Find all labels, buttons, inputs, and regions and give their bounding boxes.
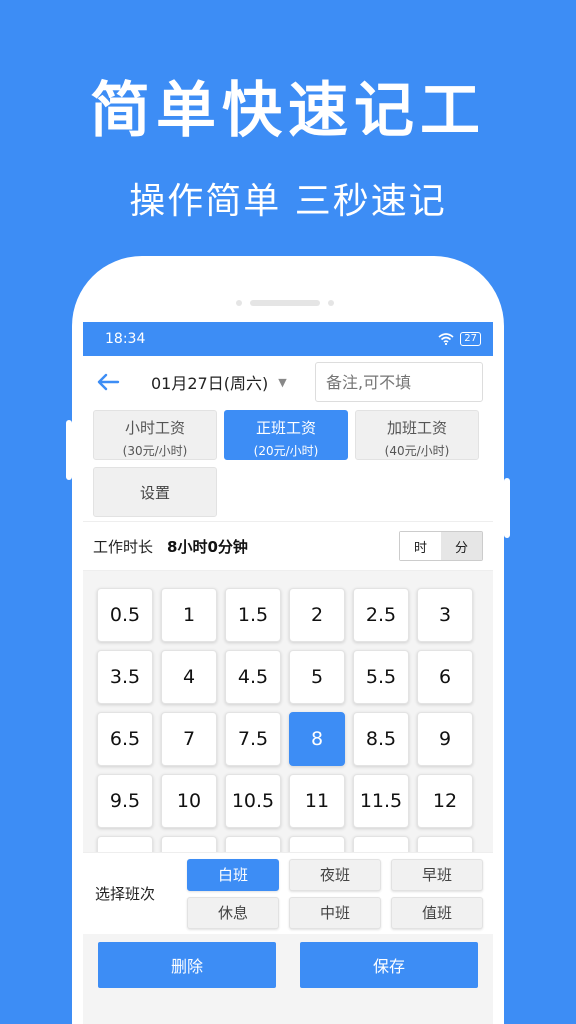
date-selector[interactable]: 01月27日(周六)	[151, 370, 268, 394]
chevron-down-icon[interactable]: ▼	[278, 376, 286, 389]
shift-option[interactable]: 白班	[187, 858, 279, 891]
settings-button[interactable]: 设置	[93, 467, 217, 517]
battery-icon: 27	[460, 332, 481, 346]
hour-button[interactable]: 9.5	[97, 774, 153, 828]
wage-option-rate: (20元/小时)	[253, 444, 319, 458]
shift-option[interactable]: 夜班	[289, 858, 381, 891]
hour-button[interactable]: 10	[161, 774, 217, 828]
wifi-icon	[438, 333, 454, 345]
promo-subline: 操作简单 三秒速记	[129, 181, 447, 222]
app-screen: 18:34 27 01月27日(周六) ▼ 小时工资(30元/小时)正班工资(2…	[83, 322, 493, 1024]
duration-label: 工作时长	[93, 537, 154, 556]
hour-button[interactable]: 8.5	[353, 712, 409, 766]
wage-option-title: 正班工资	[255, 419, 316, 437]
hour-button[interactable]: 7.5	[225, 712, 281, 766]
shift-section: 选择班次 白班 夜班 早班休息 中班 值班	[83, 852, 493, 934]
shift-option[interactable]: 休息	[187, 896, 279, 929]
hour-button[interactable]: 7	[161, 712, 217, 766]
status-time: 18:34	[105, 331, 146, 347]
hour-button[interactable]: 6	[417, 650, 473, 704]
hour-button[interactable]: 2	[289, 588, 345, 642]
hour-button[interactable]: 11	[289, 774, 345, 828]
hour-button[interactable]: 2.5	[353, 588, 409, 642]
hour-button[interactable]: 3.5	[97, 650, 153, 704]
hour-button[interactable]: 3	[417, 588, 473, 642]
shift-label: 选择班次	[95, 885, 156, 903]
hour-button[interactable]: 4	[161, 650, 217, 704]
wage-options: 小时工资 (30元/小时) 正班工资 (20元/小时) 加班工资 (40元/小时)	[93, 410, 483, 460]
wage-section: 小时工资 (30元/小时) 正班工资 (20元/小时) 加班工资 (40元/小时) 设置	[83, 408, 493, 521]
phone-side-button-right	[504, 478, 510, 538]
unit-hour-button[interactable]: 时	[400, 532, 441, 560]
wage-option-title: 加班工资	[386, 419, 447, 437]
unit-minute-button[interactable]: 分	[441, 532, 482, 560]
delete-button[interactable]: 删除	[98, 942, 276, 988]
wage-option-rate: (30元/小时)	[122, 444, 188, 458]
phone-camera	[236, 300, 242, 306]
wage-option[interactable]: 加班工资 (40元/小时)	[355, 410, 479, 460]
hour-button[interactable]: 5.5	[353, 650, 409, 704]
note-input[interactable]	[315, 362, 483, 402]
hour-button[interactable]: 6.5	[97, 712, 153, 766]
hour-button[interactable]: 10.5	[225, 774, 281, 828]
shift-option[interactable]: 中班	[289, 896, 381, 929]
back-arrow-icon[interactable]	[93, 367, 123, 397]
hours-grid: 0.5 1 1.5 2 2.5 3 3.5 4 4.5 5 5.5 6 6.5 7 7.5 8 8.5 9 9.5 1…	[83, 582, 493, 862]
duration-row: 工作时长 8小时0分钟 时 分	[83, 521, 493, 571]
hour-button[interactable]: 8	[289, 712, 345, 766]
promo-headline: 简单快速记工	[90, 76, 486, 146]
wage-option[interactable]: 小时工资 (30元/小时)	[93, 410, 217, 460]
phone-sensor	[328, 300, 334, 306]
hour-button[interactable]: 11.5	[353, 774, 409, 828]
hour-button[interactable]: 0.5	[97, 588, 153, 642]
phone-frame: 18:34 27 01月27日(周六) ▼ 小时工资(30元/小时)正班工资(2…	[72, 256, 504, 1024]
hour-button[interactable]: 5	[289, 650, 345, 704]
phone-speaker	[250, 300, 320, 306]
wage-option-rate: (40元/小时)	[384, 444, 450, 458]
hour-button[interactable]: 1.5	[225, 588, 281, 642]
wage-option-title: 小时工资	[124, 419, 185, 437]
save-button[interactable]: 保存	[300, 942, 478, 988]
action-bar: 删除 保存	[83, 942, 493, 988]
wage-option[interactable]: 正班工资 (20元/小时)	[224, 410, 348, 460]
hour-button[interactable]: 9	[417, 712, 473, 766]
hour-button[interactable]: 1	[161, 588, 217, 642]
shift-option[interactable]: 值班	[391, 896, 483, 929]
duration-value: 8小时0分钟	[167, 537, 248, 556]
top-bar: 01月27日(周六) ▼	[83, 356, 493, 408]
hour-button[interactable]: 12	[417, 774, 473, 828]
status-bar: 18:34 27	[83, 322, 493, 356]
hour-button[interactable]: 4.5	[225, 650, 281, 704]
shift-option[interactable]: 早班	[391, 858, 483, 891]
unit-toggle: 时 分	[399, 531, 483, 561]
shift-options: 白班 夜班 早班休息 中班 值班	[187, 858, 483, 929]
